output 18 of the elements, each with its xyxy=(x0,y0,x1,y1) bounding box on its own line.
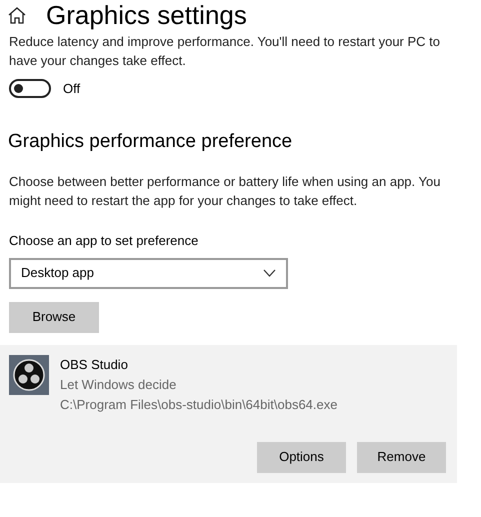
app-action-button[interactable]: Options xyxy=(257,442,346,472)
toggle-switch[interactable] xyxy=(9,79,51,98)
page-title: Graphics settings xyxy=(46,0,247,30)
app-name: OBS Studio xyxy=(60,356,129,374)
home-icon[interactable] xyxy=(8,6,26,24)
chevron-down-icon xyxy=(263,269,276,277)
app-card[interactable]: OBS Studio Let Windows decide C:\Program Files\obs-studio\bin\64bit\obs64.exe Options Remove xyxy=(0,344,457,482)
section-heading: Graphics performance preference xyxy=(8,130,294,154)
app-icon xyxy=(9,354,49,394)
browse-button[interactable]: Browse xyxy=(9,302,99,332)
toggle-label: Off xyxy=(63,80,80,98)
app-action-button[interactable]: Remove xyxy=(357,442,446,472)
field-label: Choose an app to set preference xyxy=(9,232,200,250)
description-text: Reduce latency and improve performance. You'll need to restart your PC to have your changes take effect. xyxy=(9,33,441,70)
app-type-dropdown[interactable]: Desktop app xyxy=(9,258,288,288)
app-path: C:\Program Files\obs-studio\bin\64bit\obs64.exe xyxy=(60,396,338,414)
section-description: Choose between better performance or battery life when using an app. You might need to restart the app for your changes to take effect. xyxy=(9,172,442,210)
app-preference: Let Windows decide xyxy=(60,376,178,394)
